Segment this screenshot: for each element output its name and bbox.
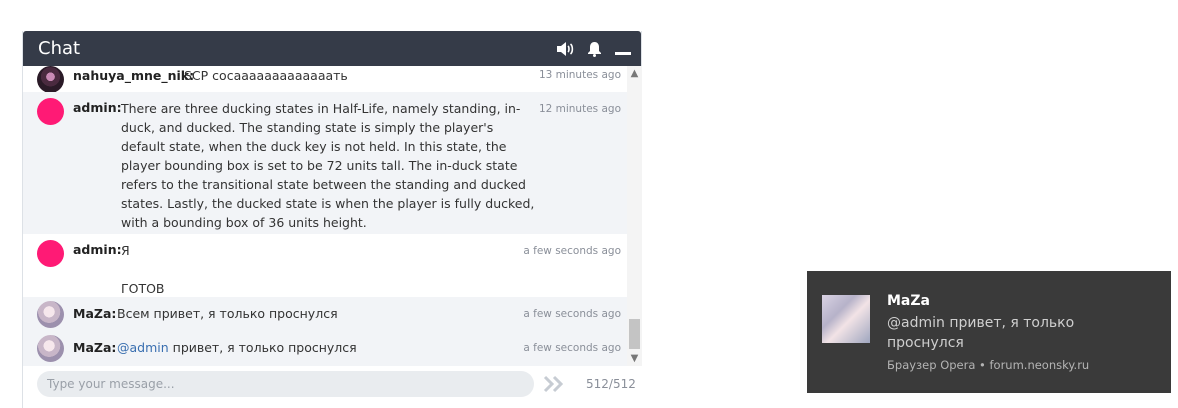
chat-header: Chat (23, 31, 641, 66)
composer: 512/512 (23, 366, 642, 408)
message-text: Всем привет, я только проснулся (117, 306, 338, 321)
message-list[interactable]: nahuya_mne_nik: SCP сосааааааааааааать 1… (23, 66, 627, 366)
send-icon[interactable] (543, 374, 565, 394)
avatar[interactable] (37, 240, 64, 267)
message-row: MaZa: @admin привет, я только проснулся … (23, 331, 627, 366)
message-author[interactable]: MaZa: (73, 340, 116, 355)
bell-icon[interactable] (584, 39, 604, 59)
character-counter: 512/512 (586, 377, 636, 391)
message-author[interactable]: admin: (73, 100, 122, 115)
message-time: a few seconds ago (523, 245, 621, 257)
message-author[interactable]: admin: (73, 242, 122, 257)
avatar[interactable] (37, 301, 64, 328)
message-row: admin: There are three ducking states in… (23, 92, 627, 234)
chat-title: Chat (38, 38, 81, 59)
message-time: 12 minutes ago (538, 103, 621, 115)
notification-avatar (822, 295, 870, 343)
notification-title: MaZa (887, 293, 930, 309)
notification-toast[interactable]: MaZa @admin привет, я только проснулся Б… (807, 271, 1171, 393)
scroll-up-icon[interactable]: ▲ (629, 68, 640, 79)
message-row: admin: Я ГОТОВ a few seconds ago (23, 234, 627, 297)
message-time: 13 minutes ago (538, 69, 621, 81)
message-author[interactable]: nahuya_mne_nik: (73, 68, 194, 83)
message-text-rest: привет, я только проснулся (168, 340, 357, 355)
avatar[interactable] (37, 66, 64, 93)
chat-widget: Chat nahuya_mne_nik: SCP сосаааааааааааа… (22, 31, 642, 408)
message-text: There are three ducking states in Half-L… (121, 101, 535, 230)
message-text: SCP сосааааааааааааать (184, 68, 348, 83)
message-text: Я ГОТОВ (121, 243, 165, 296)
message-time: a few seconds ago (523, 308, 621, 320)
notification-source: Браузер Opera • forum.neonsky.ru (887, 358, 1090, 372)
scroll-down-icon[interactable]: ▼ (629, 353, 640, 364)
minimize-icon[interactable] (613, 39, 633, 59)
message-row: MaZa: Всем привет, я только проснулся a … (23, 297, 627, 331)
user-mention[interactable]: @admin (117, 340, 169, 355)
message-text: @admin привет, я только проснулся (117, 338, 357, 357)
message-row: nahuya_mne_nik: SCP сосааааааааааааать 1… (23, 66, 627, 93)
avatar[interactable] (37, 335, 64, 362)
scrollbar[interactable]: ▲ ▼ (627, 66, 642, 366)
message-author[interactable]: MaZa: (73, 306, 116, 321)
message-input[interactable] (37, 371, 534, 397)
notification-body: @admin привет, я только проснулся (887, 315, 1075, 351)
scrollbar-thumb[interactable] (629, 319, 640, 349)
message-time: a few seconds ago (523, 342, 621, 354)
avatar[interactable] (37, 98, 64, 125)
speaker-icon[interactable] (555, 39, 575, 59)
